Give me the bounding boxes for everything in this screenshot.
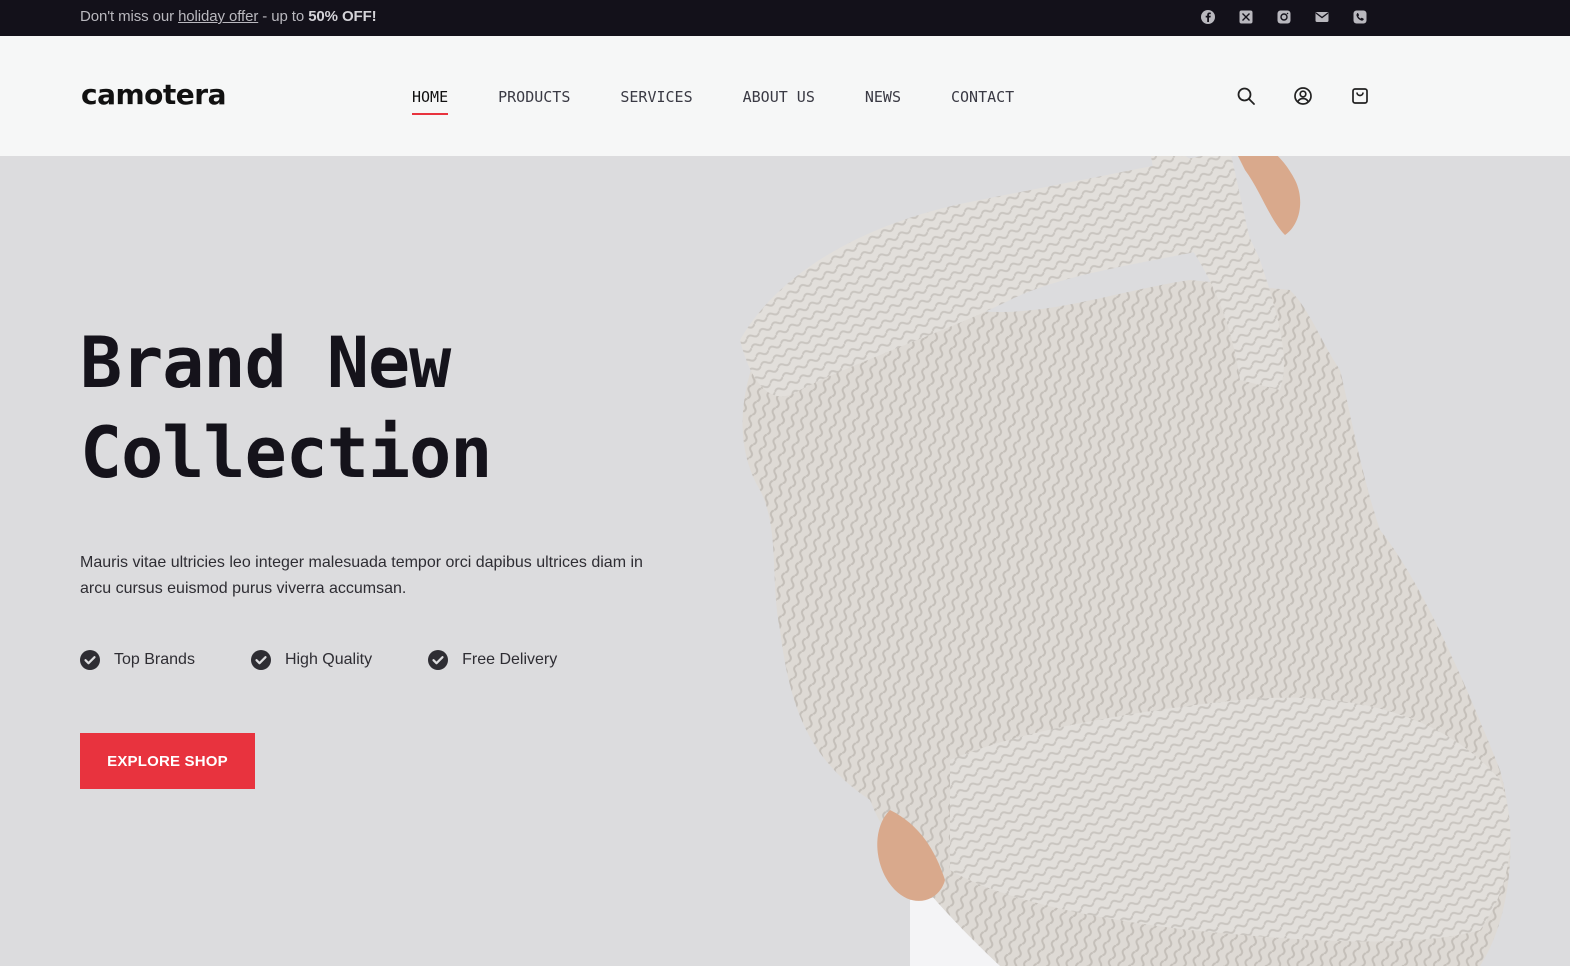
- sweater-model-image: [740, 137, 1511, 966]
- hero-title: Brand New Collection: [80, 318, 492, 498]
- top-announcement-bar: Don't miss our holiday offer - up to 50%…: [0, 0, 1570, 36]
- check-circle-icon: [250, 650, 271, 670]
- check-circle-icon: [428, 650, 449, 670]
- explore-shop-button[interactable]: EXPLORE SHOP: [80, 733, 255, 789]
- x-twitter-icon[interactable]: [1238, 9, 1254, 25]
- feature-item: Free Delivery: [428, 650, 557, 670]
- holiday-offer-link[interactable]: holiday offer: [178, 8, 258, 25]
- nav-home[interactable]: HOME: [412, 88, 449, 115]
- feature-list: Top Brands High Quality Free Delivery: [80, 650, 557, 670]
- promo-discount: 50% OFF!: [308, 8, 377, 25]
- social-links: [1200, 9, 1368, 25]
- phone-icon[interactable]: [1352, 9, 1368, 25]
- check-circle-icon: [80, 650, 100, 670]
- nav-contact[interactable]: CONTACT: [951, 88, 1014, 112]
- nav-about-us[interactable]: ABOUT US: [743, 88, 815, 112]
- nav-products[interactable]: PRODUCTS: [498, 88, 570, 112]
- nav-news[interactable]: NEWS: [865, 88, 901, 112]
- site-logo[interactable]: camotera: [81, 78, 226, 111]
- cart-icon[interactable]: [1350, 86, 1370, 106]
- email-icon[interactable]: [1314, 9, 1330, 25]
- hero-title-line-2: Collection: [80, 412, 492, 494]
- account-icon[interactable]: [1293, 86, 1313, 106]
- promo-text: Don't miss our holiday offer - up to 50%…: [80, 8, 377, 25]
- feature-item: High Quality: [250, 650, 373, 670]
- instagram-icon[interactable]: [1276, 9, 1292, 25]
- promo-prefix: Don't miss our: [80, 8, 179, 25]
- feature-label: Free Delivery: [462, 651, 558, 668]
- hero-title-line-1: Brand New: [80, 322, 451, 404]
- hero-description: Mauris vitae ultricies leo integer males…: [80, 554, 643, 597]
- feature-label: High Quality: [284, 651, 373, 668]
- facebook-icon[interactable]: [1200, 9, 1216, 25]
- feature-label: Top Brands: [114, 651, 195, 668]
- feature-item: Top Brands: [80, 650, 195, 670]
- site-header: camotera HOME PRODUCTS SERVICES ABOUT US…: [0, 36, 1570, 156]
- nav-services[interactable]: SERVICES: [620, 88, 692, 112]
- header-actions: [1236, 86, 1370, 106]
- main-nav: HOME PRODUCTS SERVICES ABOUT US NEWS CON…: [412, 88, 1014, 115]
- search-icon[interactable]: [1236, 86, 1256, 106]
- promo-middle: - up to: [258, 8, 309, 25]
